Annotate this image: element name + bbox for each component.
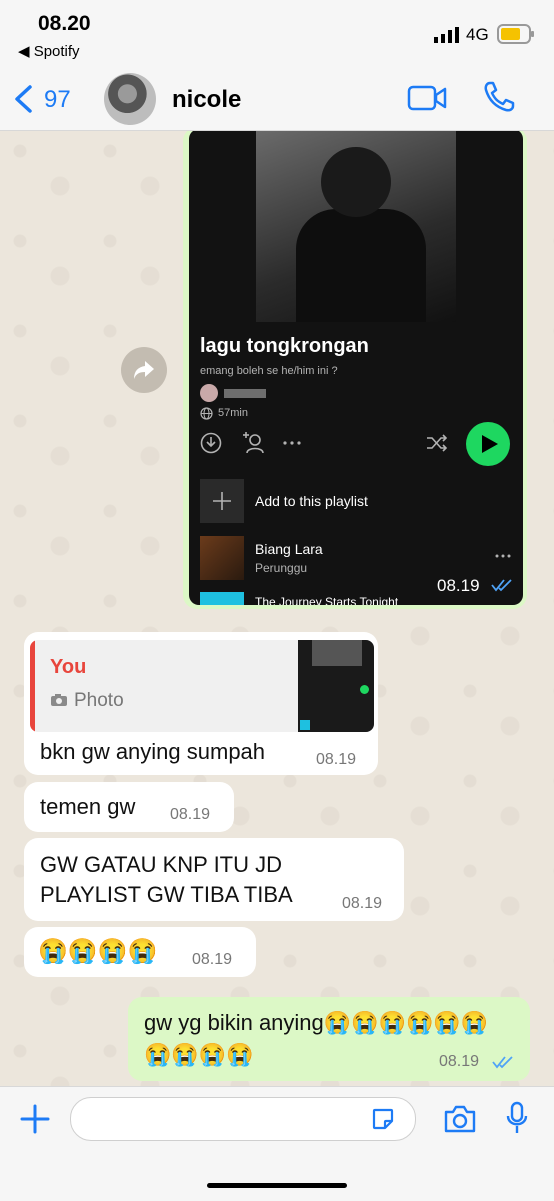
- cover-figure-body: [296, 209, 426, 322]
- camera-icon: [51, 694, 67, 706]
- add-to-playlist-label[interactable]: Add to this playlist: [255, 493, 368, 509]
- plus-icon[interactable]: [20, 1104, 50, 1134]
- reply-accent-bar: [30, 640, 35, 732]
- download-icon[interactable]: [200, 432, 222, 454]
- message-text: temen gw: [40, 794, 136, 819]
- phone-icon[interactable]: [482, 80, 516, 114]
- incoming-bubble[interactable]: temen gw 08.19: [24, 782, 234, 832]
- more-icon[interactable]: [283, 441, 301, 445]
- playlist-title: lagu tongkrongan: [200, 335, 369, 357]
- song-more-icon[interactable]: [495, 554, 511, 558]
- spotify-playlist-card[interactable]: lagu tongkrongan emang boleh se he/him i…: [189, 131, 523, 605]
- song-artwork: [200, 592, 244, 605]
- thumbnail-song: [300, 720, 310, 730]
- cover-figure-head: [321, 147, 391, 217]
- song-artwork: [200, 536, 244, 580]
- home-indicator: [207, 1183, 347, 1188]
- message-text: 😭😭😭😭: [38, 938, 158, 965]
- shuffle-icon[interactable]: [426, 434, 448, 452]
- playlist-duration: 57min: [218, 407, 248, 419]
- reply-author: You: [50, 656, 87, 678]
- chat-area[interactable]: lagu tongkrongan emang boleh se he/him i…: [0, 131, 554, 1086]
- camera-icon[interactable]: [443, 1105, 477, 1133]
- song-title[interactable]: Biang Lara: [255, 541, 323, 557]
- read-receipt-icon: [491, 579, 512, 592]
- message-text: bkn gw anying sumpah: [40, 739, 266, 764]
- avatar[interactable]: [104, 73, 156, 125]
- forward-button[interactable]: [121, 347, 167, 393]
- message-time: 08.19: [437, 576, 480, 595]
- add-to-playlist-button[interactable]: [200, 479, 244, 523]
- message-input-bar: [0, 1086, 554, 1201]
- message-text: GW GATAU KNP ITU JD PLAYLIST GW TIBA TIB…: [40, 852, 293, 907]
- status-time: 08.20: [38, 12, 91, 35]
- back-to-app-link[interactable]: ◀ Spotify: [18, 42, 80, 60]
- reply-type: Photo: [74, 690, 124, 711]
- add-user-icon[interactable]: [241, 430, 265, 454]
- incoming-bubble[interactable]: GW GATAU KNP ITU JD PLAYLIST GW TIBA TIB…: [24, 838, 404, 921]
- thumbnail-play: [360, 685, 369, 694]
- reply-thumbnail: [298, 640, 374, 732]
- message-time: 08.19: [192, 951, 233, 968]
- battery-icon: [497, 24, 534, 44]
- chat-header: 97 nicole: [0, 72, 554, 131]
- unread-count[interactable]: 97: [44, 86, 71, 114]
- thumbnail-cover: [312, 640, 362, 666]
- play-icon: [482, 435, 498, 453]
- message-time: 08.19: [170, 806, 211, 823]
- message-input[interactable]: [70, 1097, 416, 1141]
- reply-quote[interactable]: You Photo: [30, 640, 374, 732]
- owner-avatar: [200, 384, 218, 402]
- read-receipt-icon: [492, 1056, 513, 1069]
- network-type: 4G: [466, 25, 489, 44]
- owner-name-redacted: [224, 389, 266, 398]
- sticker-icon[interactable]: [371, 1107, 395, 1131]
- play-button[interactable]: [466, 422, 510, 466]
- forward-icon: [134, 361, 154, 379]
- chevron-left-icon[interactable]: [12, 84, 34, 114]
- outgoing-bubble[interactable]: gw yg bikin anying😭😭😭😭😭😭😭😭😭😭 08.19: [128, 997, 530, 1081]
- signal-icon: [434, 27, 459, 43]
- message-time: 08.19: [342, 895, 383, 912]
- playlist-cover-image: [256, 131, 456, 322]
- video-call-icon[interactable]: [407, 84, 447, 112]
- playlist-description: emang boleh se he/him ini ?: [200, 365, 338, 377]
- incoming-bubble[interactable]: You Photo bkn gw anying sumpah 08.19: [24, 632, 378, 775]
- song-artist: Perunggu: [255, 561, 308, 575]
- mic-icon[interactable]: [505, 1101, 529, 1135]
- status-bar: 08.20 ◀ Spotify 4G: [0, 0, 554, 72]
- message-time: 08.19: [439, 1053, 480, 1070]
- message-time: 08.19: [316, 751, 357, 768]
- plus-icon: [213, 492, 231, 510]
- contact-name[interactable]: nicole: [172, 86, 241, 114]
- song-title[interactable]: The Journey Starts Tonight: [255, 595, 398, 605]
- globe-icon: [200, 407, 213, 420]
- incoming-bubble[interactable]: 😭😭😭😭 08.19: [24, 927, 256, 977]
